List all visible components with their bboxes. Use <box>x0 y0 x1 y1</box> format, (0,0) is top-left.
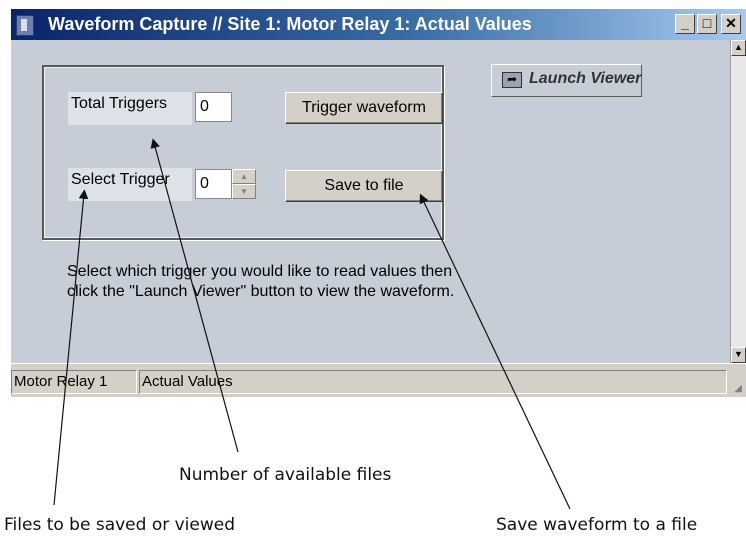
arrow-select-trigger <box>53 189 89 506</box>
arrow-save-to-file <box>419 193 571 510</box>
annotation-files-saved: Files to be saved or viewed <box>4 515 236 535</box>
arrow-total-triggers <box>150 138 239 453</box>
annotation-save-waveform: Save waveform to a file <box>496 515 698 535</box>
annotation-available-files: Number of available files <box>179 465 392 485</box>
callout-arrows <box>53 138 571 510</box>
